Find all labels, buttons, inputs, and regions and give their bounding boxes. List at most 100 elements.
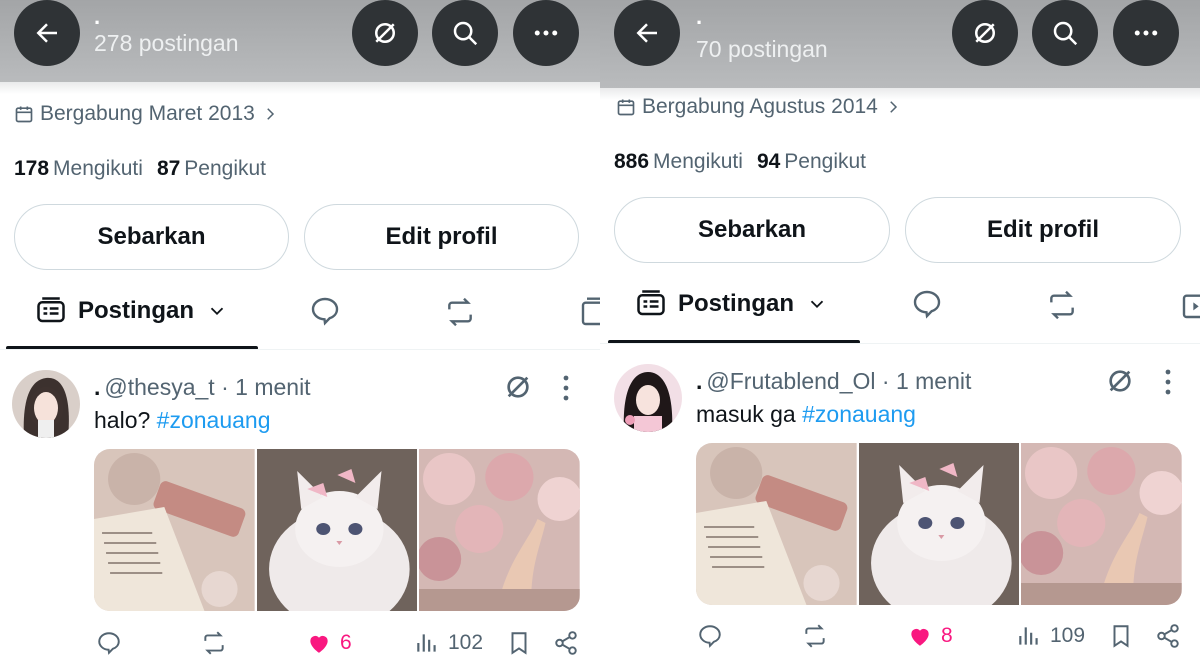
share-action[interactable] (553, 630, 579, 656)
nostr-button[interactable] (952, 0, 1018, 66)
book-photo (94, 449, 255, 611)
views-count: 109 (1050, 624, 1086, 647)
reply-action[interactable] (697, 623, 731, 649)
following-count[interactable]: 886 (614, 150, 649, 173)
post-more-icon[interactable] (562, 374, 570, 402)
media-tab-icon[interactable] (579, 296, 600, 328)
repost-action[interactable] (201, 630, 235, 656)
follow-stats: 178 Mengikuti 87 Pengikut (14, 157, 266, 181)
chevron-right-icon[interactable] (884, 98, 902, 116)
views-action[interactable]: 109 (1016, 623, 1085, 649)
followers-label[interactable]: Pengikut (184, 157, 266, 180)
followers-count[interactable]: 94 (757, 150, 780, 173)
post-text-body: masuk ga (696, 401, 796, 427)
share-button[interactable]: Sebarkan (614, 197, 890, 263)
share-icon (555, 631, 577, 655)
back-button[interactable] (614, 0, 680, 66)
media-image-flowers[interactable] (1019, 443, 1182, 605)
post-handle[interactable]: @thesya_t (104, 374, 214, 400)
views-icon (417, 634, 436, 652)
media-image-book[interactable] (696, 443, 857, 605)
media-image-cat[interactable] (856, 443, 1020, 605)
search-icon (453, 21, 478, 46)
nostr-button[interactable] (352, 0, 418, 66)
post-media[interactable] (94, 449, 580, 611)
post-more-icon[interactable] (1164, 368, 1172, 396)
like-action[interactable]: 8 (907, 623, 953, 649)
replies-tab-icon[interactable] (309, 295, 341, 327)
search-icon (1053, 21, 1078, 46)
more-button[interactable] (1113, 0, 1179, 66)
calendar-icon (15, 106, 33, 123)
search-button[interactable] (432, 0, 498, 66)
like-count: 8 (941, 624, 953, 647)
tab-posts[interactable]: Postingan (36, 296, 228, 326)
post-time[interactable]: 1 menit (235, 374, 310, 400)
nostr-icon[interactable] (502, 371, 534, 403)
more-button[interactable] (513, 0, 579, 66)
joined-label: Bergabung Maret 2013 (40, 102, 255, 125)
book-photo (696, 443, 857, 605)
more-icon (1134, 30, 1158, 36)
nostr-icon[interactable] (1104, 365, 1136, 397)
post-hashtag[interactable]: #zonauang (157, 407, 271, 433)
bookmark-icon (511, 632, 527, 655)
post-separator: · (881, 368, 890, 394)
post-media[interactable] (696, 443, 1182, 605)
share-button[interactable]: Sebarkan (14, 204, 289, 270)
joined-date: Bergabung Agustus 2014 (616, 95, 902, 119)
reposts-tab-icon[interactable] (1046, 289, 1078, 321)
repost-action[interactable] (802, 623, 836, 649)
follow-stats: 886 Mengikuti 94 Pengikut (614, 150, 866, 174)
following-label[interactable]: Mengikuti (653, 150, 743, 173)
repost-icon (805, 624, 825, 648)
media-image-book[interactable] (94, 449, 255, 611)
like-action[interactable]: 6 (306, 630, 352, 656)
nostr-icon (975, 23, 995, 43)
post-text-body: halo? (94, 407, 151, 433)
posts-tab-icon (637, 290, 665, 316)
heart-icon (911, 628, 929, 646)
following-label[interactable]: Mengikuti (53, 157, 143, 180)
header-post-count: 70 postingan (696, 36, 828, 62)
chevron-down-icon[interactable] (806, 293, 828, 315)
chevron-down-icon[interactable] (206, 300, 228, 322)
tab-posts[interactable]: Postingan (636, 289, 828, 319)
repost-icon (204, 631, 224, 655)
edit-profile-button[interactable]: Edit profil (304, 204, 579, 270)
bookmark-action[interactable] (506, 630, 532, 656)
back-icon (36, 23, 57, 43)
edit-profile-button[interactable]: Edit profil (905, 197, 1181, 263)
post-separator: · (221, 374, 229, 400)
media-image-flowers[interactable] (417, 449, 580, 611)
header-banner (600, 0, 1200, 88)
following-count[interactable]: 178 (14, 157, 49, 180)
reposts-tab-icon[interactable] (444, 296, 476, 328)
avatar[interactable] (12, 370, 80, 438)
post-display-name[interactable]: . (94, 374, 100, 400)
reply-action[interactable] (96, 630, 130, 656)
chevron-right-icon[interactable] (261, 105, 279, 123)
post-time[interactable]: 1 menit (896, 368, 971, 394)
tabs-divider (600, 343, 1200, 344)
search-button[interactable] (1032, 0, 1098, 66)
post-hashtag[interactable]: #zonauang (802, 401, 916, 427)
views-count: 102 (448, 631, 484, 654)
post-text: masuk ga #zonauang (696, 401, 916, 428)
share-action[interactable] (1155, 623, 1181, 649)
post-handle[interactable]: @Frutablend_Ol (706, 368, 875, 394)
media-image-cat[interactable] (254, 449, 418, 611)
followers-label[interactable]: Pengikut (784, 150, 866, 173)
followers-count[interactable]: 87 (157, 157, 180, 180)
views-action[interactable]: 102 (414, 630, 483, 656)
post-display-name[interactable]: . (696, 368, 702, 394)
bookmark-action[interactable] (1108, 623, 1134, 649)
avatar[interactable] (614, 364, 682, 432)
post-header: . @thesya_t · 1 menit (94, 374, 311, 401)
media-tab-icon[interactable] (1180, 289, 1200, 321)
flowers-photo (419, 449, 580, 611)
header-display-name: . (696, 4, 703, 29)
bookmark-icon (1113, 625, 1129, 648)
back-button[interactable] (14, 0, 80, 66)
replies-tab-icon[interactable] (911, 288, 943, 320)
